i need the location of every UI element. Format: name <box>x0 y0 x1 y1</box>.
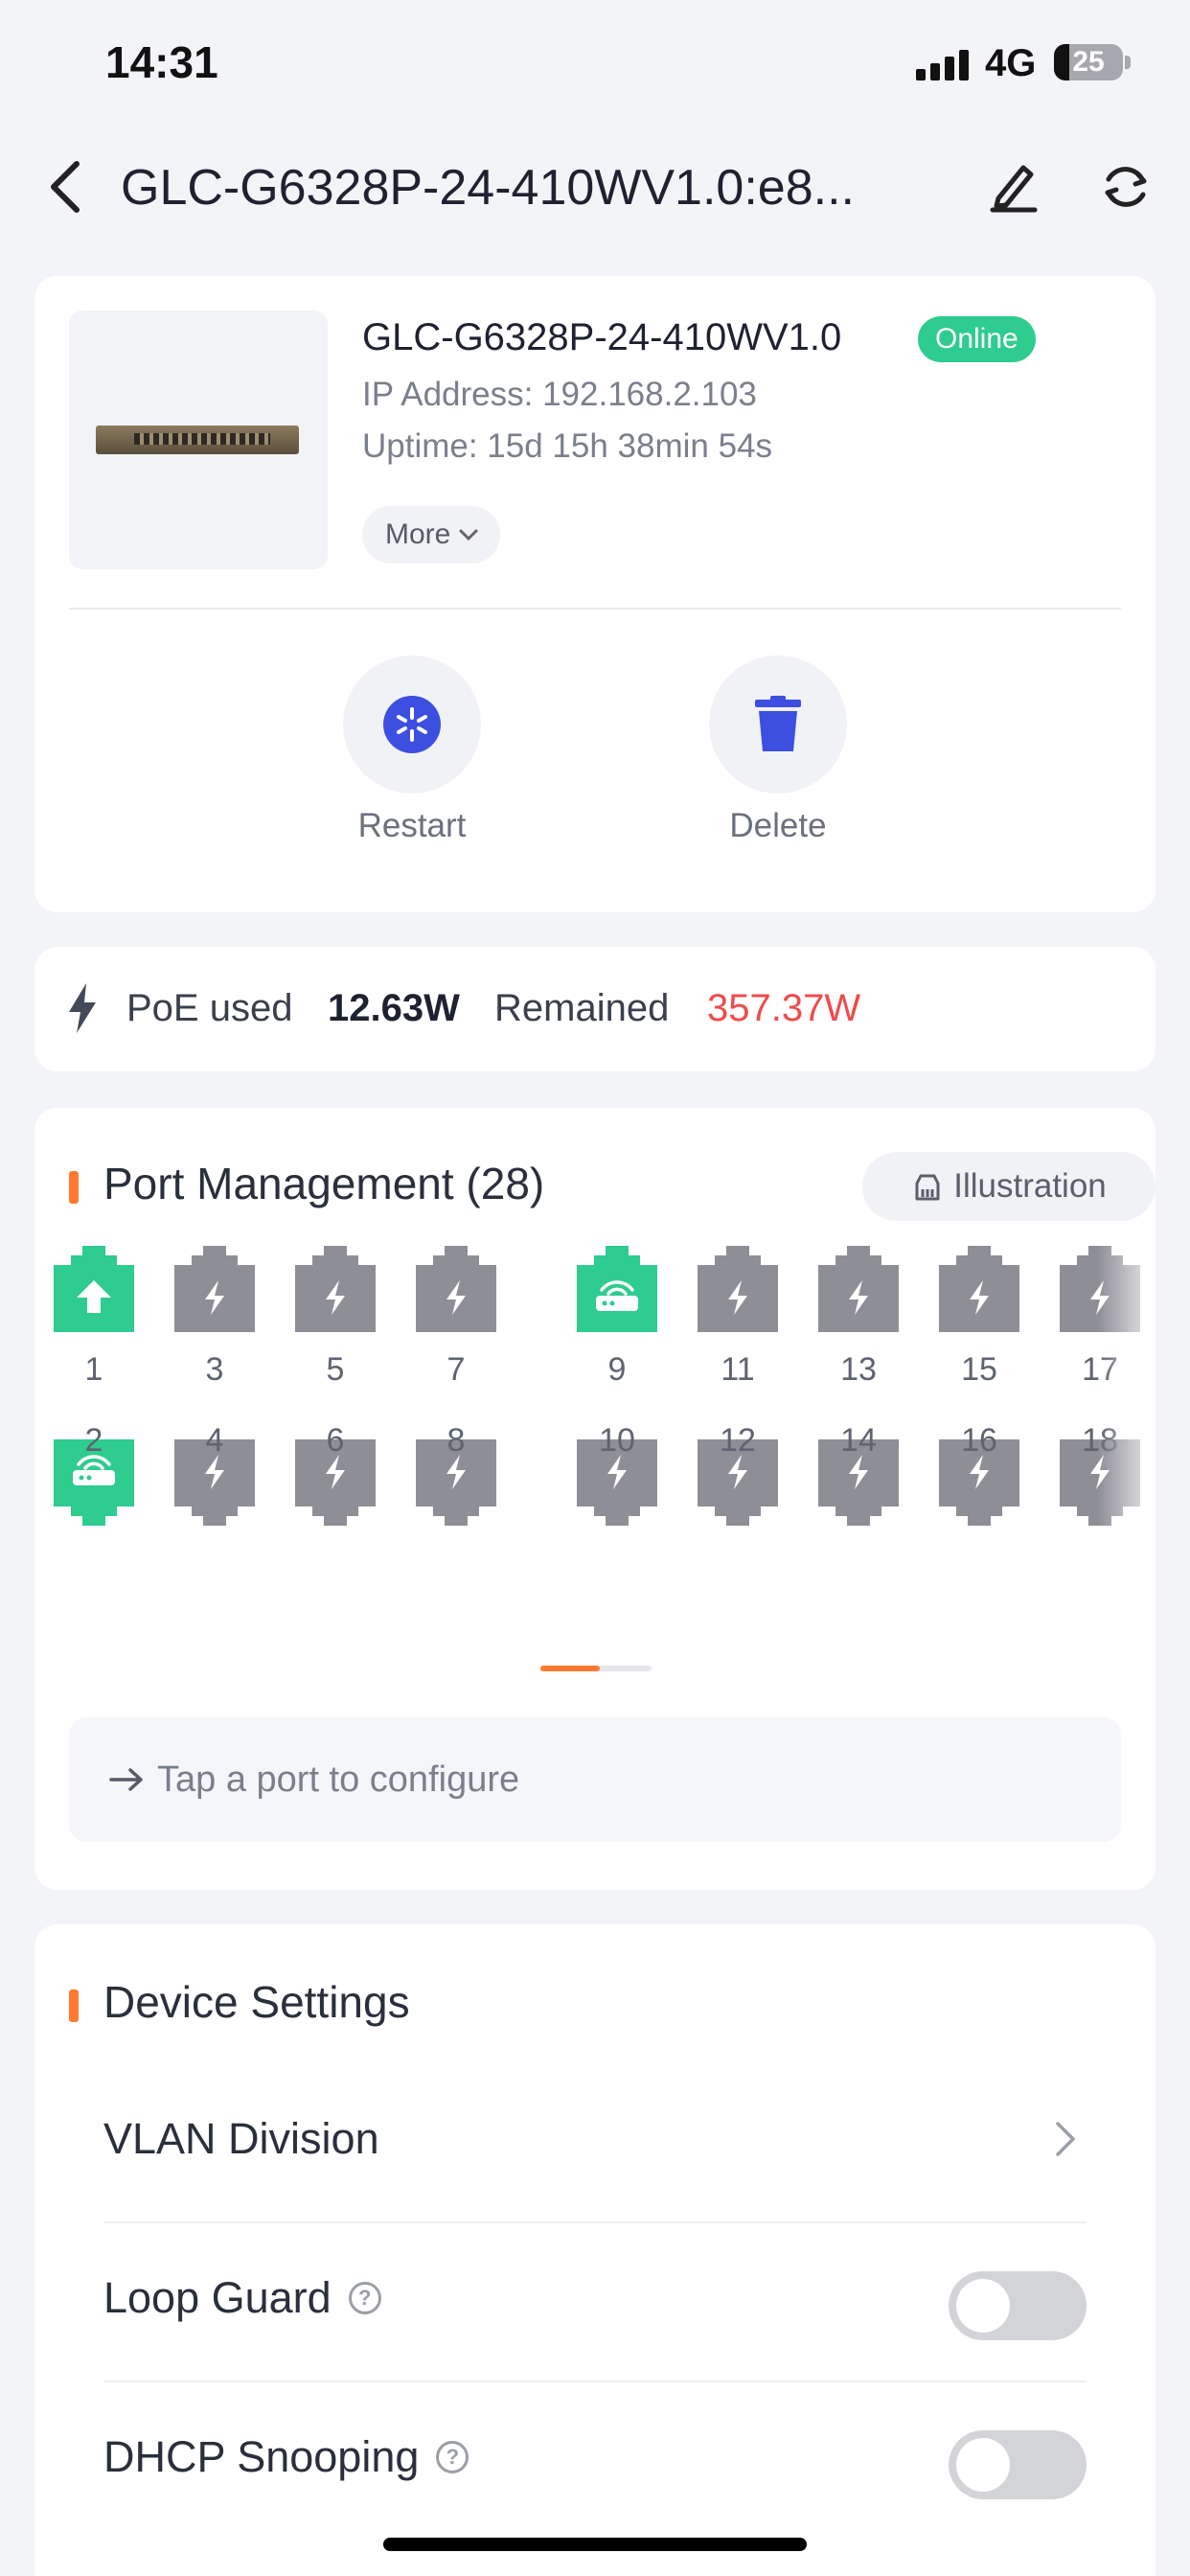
arrow-right-icon <box>109 1768 143 1791</box>
switch-device-image <box>96 426 299 454</box>
port-number: 3 <box>205 1351 224 1388</box>
poe-used-value: 12.63W <box>328 987 460 1029</box>
port-hint: Tap a port to configure <box>69 1717 1121 1842</box>
port-hint-text: Tap a port to configure <box>157 1759 520 1800</box>
port-3-icon[interactable] <box>171 1244 259 1336</box>
edit-pencil-icon <box>990 165 1038 213</box>
more-button[interactable]: More <box>362 506 501 564</box>
vlan-division-label: VLAN Division <box>103 2114 379 2163</box>
edit-button[interactable] <box>983 153 1044 220</box>
setting-dhcp-snooping: DHCP Snooping ? <box>103 2384 1087 2542</box>
back-button[interactable] <box>36 153 94 220</box>
toggle-knob <box>956 2279 1010 2333</box>
trash-icon <box>755 696 801 751</box>
port-number: 18 <box>1082 1422 1118 1459</box>
help-icon[interactable]: ? <box>348 2282 381 2314</box>
port-7-icon[interactable] <box>412 1244 500 1336</box>
device-thumbnail <box>69 310 328 569</box>
battery-level: 25 <box>1072 46 1105 78</box>
dhcp-snooping-label: DHCP Snooping <box>103 2432 420 2481</box>
status-bar: 14:31 4G 25 <box>0 0 1190 125</box>
setting-vlan-division[interactable]: VLAN Division <box>103 2066 1087 2223</box>
setting-label: Loop Guard ? <box>103 2273 381 2323</box>
refresh-icon <box>1105 167 1147 207</box>
device-settings-card: Device Settings VLAN Division Loop Guard… <box>34 1924 1156 2576</box>
refresh-button[interactable] <box>1094 153 1157 220</box>
delete-button[interactable]: Delete <box>682 656 874 857</box>
port-number: 13 <box>840 1351 877 1388</box>
help-icon[interactable]: ? <box>436 2441 469 2473</box>
illustration-icon <box>915 1174 940 1201</box>
more-label: More <box>385 518 451 550</box>
poe-card: PoE used 12.63W Remained 357.37W <box>34 947 1156 1071</box>
restart-label: Restart <box>357 807 467 844</box>
port-number: 7 <box>446 1351 466 1388</box>
divider <box>69 608 1121 610</box>
port-11-icon[interactable] <box>694 1244 782 1336</box>
ports-grid[interactable]: 1357 9 11 13 15 17 2 4 6 8 10 12 14 16 18 <box>46 1244 1156 1528</box>
device-card: GLC-G6328P-24-410WV1.0 Online IP Address… <box>34 276 1156 912</box>
poe-used-label: PoE used <box>126 987 293 1029</box>
device-settings-title: Device Settings <box>103 1977 410 2027</box>
toggle-knob <box>956 2438 1010 2492</box>
loop-guard-toggle[interactable] <box>949 2271 1087 2340</box>
poe-remained-label: Remained <box>494 987 670 1029</box>
port-number: 8 <box>446 1422 466 1459</box>
chevron-right-icon <box>1056 2122 1075 2156</box>
port-number: 15 <box>961 1351 997 1388</box>
setting-loop-guard: Loop Guard ? <box>103 2225 1087 2382</box>
port-management-title: Port Management (28) <box>103 1159 545 1208</box>
delete-icon-circle <box>709 656 847 794</box>
delete-label: Delete <box>729 807 827 844</box>
battery-icon: 25 <box>1054 44 1123 80</box>
ports-scroll-indicator <box>540 1666 652 1671</box>
chevron-down-icon <box>459 529 478 541</box>
port-number: 12 <box>720 1422 756 1459</box>
dhcp-snooping-toggle[interactable] <box>949 2430 1087 2499</box>
scroll-thumb <box>540 1666 600 1671</box>
battery-tip <box>1125 56 1131 69</box>
status-badge: Online <box>918 316 1036 362</box>
port-number: 6 <box>326 1422 345 1459</box>
port-15-icon[interactable] <box>935 1244 1023 1336</box>
status-time: 14:31 <box>105 37 218 87</box>
port-13-icon[interactable] <box>814 1244 903 1336</box>
port-number: 1 <box>84 1351 103 1388</box>
illustration-label: Illustration <box>953 1167 1107 1205</box>
port-number: 4 <box>205 1422 224 1459</box>
home-indicator <box>383 2538 807 2551</box>
poe-remained-value: 357.37W <box>707 987 861 1029</box>
port-number: 9 <box>607 1351 627 1388</box>
lightning-icon <box>69 983 96 1033</box>
setting-label: VLAN Division <box>103 2114 379 2164</box>
setting-label: DHCP Snooping ? <box>103 2432 469 2482</box>
port-management-card: Port Management (28) Illustration 1357 9… <box>34 1108 1156 1890</box>
restart-icon <box>383 696 441 753</box>
port-9-icon[interactable] <box>573 1244 661 1336</box>
restart-button[interactable]: Restart <box>316 656 508 857</box>
port-1-icon[interactable] <box>50 1244 138 1336</box>
port-number: 17 <box>1082 1351 1118 1388</box>
section-marker <box>69 1990 79 2022</box>
device-uptime: Uptime: 15d 15h 38min 54s <box>362 427 773 465</box>
signal-icon <box>916 50 970 80</box>
page-title: GLC-G6328P-24-410WV1.0:e8... <box>121 160 855 216</box>
nav-header: GLC-G6328P-24-410WV1.0:e8... <box>0 134 1190 240</box>
network-label: 4G <box>985 42 1037 84</box>
port-number: 10 <box>599 1422 635 1459</box>
port-number: 16 <box>961 1422 997 1459</box>
port-17-icon[interactable] <box>1056 1244 1144 1336</box>
port-number: 14 <box>840 1422 877 1459</box>
illustration-button[interactable]: Illustration <box>862 1152 1156 1221</box>
device-ip: IP Address: 192.168.2.103 <box>362 376 757 413</box>
device-name: GLC-G6328P-24-410WV1.0 <box>362 316 842 358</box>
loop-guard-label: Loop Guard <box>103 2273 332 2322</box>
chevron-left-icon <box>51 161 80 213</box>
port-5-icon[interactable] <box>291 1244 379 1336</box>
section-marker <box>69 1171 79 1204</box>
port-number: 5 <box>326 1351 345 1388</box>
restart-icon-circle <box>343 656 481 794</box>
port-number: 11 <box>721 1351 755 1388</box>
port-number: 2 <box>84 1422 103 1459</box>
